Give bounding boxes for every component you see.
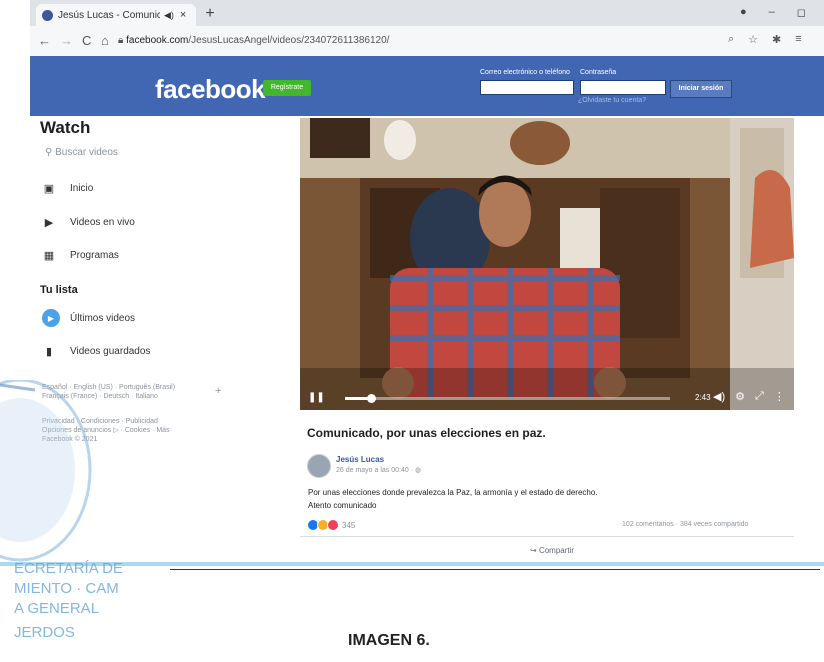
facebook-favicon-icon: [42, 9, 53, 21]
forgot-account-link[interactable]: ¿Olvidaste tu cuenta?: [578, 97, 646, 104]
progress-track[interactable]: [345, 397, 670, 400]
progress-knob[interactable]: [367, 394, 376, 403]
sidebar-item-label: Últimos videos: [70, 312, 136, 324]
video-controls: ◀︎) ⚙︎ ⤢ ⋮: [713, 390, 785, 403]
share-button[interactable]: ↪ Compartir: [530, 546, 574, 555]
pause-icon[interactable]: ❚❚: [308, 392, 325, 403]
official-stamp: ECRETARÍA DE MIENTO · CAM A GENERAL JERD…: [0, 380, 160, 662]
reactions[interactable]: 345: [307, 519, 355, 531]
volume-icon[interactable]: ◀︎): [713, 390, 725, 403]
sidebar-item-videos-guardados[interactable]: ▮ Videos guardados: [42, 340, 150, 362]
home-icon[interactable]: ⌂: [101, 33, 109, 48]
tv-icon: ▣: [43, 182, 55, 195]
sidebar-item-label: Programas: [70, 249, 119, 261]
post-date[interactable]: 26 de mayo a las 00:40 · ◍: [336, 466, 421, 474]
speaker-icon[interactable]: ◀): [164, 10, 174, 21]
video-time: 2:43: [695, 393, 711, 402]
video-player[interactable]: [300, 118, 794, 410]
url-domain: facebook.com: [126, 35, 189, 46]
browser-tab[interactable]: Jesús Lucas - Comunicado, p ◀) ×: [36, 4, 196, 26]
password-field[interactable]: [580, 80, 666, 95]
figure-caption: IMAGEN 6.: [348, 632, 430, 649]
share-icon: ↪: [530, 546, 539, 555]
extensions-icon[interactable]: ✱: [772, 33, 781, 46]
author-name[interactable]: Jesús Lucas: [336, 455, 384, 464]
forward-arrow-icon[interactable]: →: [60, 33, 73, 48]
email-label: Correo electrónico o teléfono: [480, 69, 570, 76]
reactions-count: 345: [342, 520, 356, 530]
stamp-seal: [0, 380, 92, 562]
profile-dot-icon[interactable]: ●: [740, 6, 747, 22]
sidebar-item-label: Videos en vivo: [70, 216, 135, 228]
more-options-icon[interactable]: ⋮: [774, 390, 785, 403]
list-title: Tu lista: [40, 284, 78, 296]
play-circle-icon: ▶︎: [42, 309, 60, 327]
sidebar-item-ultimos-videos[interactable]: ▶︎ Últimos videos: [42, 307, 135, 329]
restore-icon[interactable]: ◻: [797, 6, 806, 22]
back-arrow-icon[interactable]: ←: [38, 33, 51, 48]
stamp-text: MIENTO · CAM: [14, 580, 119, 597]
search-placeholder: Buscar videos: [55, 147, 118, 158]
search-icon: ⚲: [45, 147, 56, 158]
fullscreen-icon[interactable]: ⤢: [755, 390, 764, 403]
divider-line: [170, 569, 820, 570]
email-field[interactable]: [480, 80, 574, 95]
page-title: Watch: [40, 118, 91, 137]
address-bar-icons: ⌕ ☆ ✱ ≡: [728, 33, 802, 46]
post-text: Por unas elecciones donde prevalezca la …: [308, 488, 598, 497]
tab-title: Jesús Lucas - Comunicado, p: [58, 9, 160, 21]
url-field[interactable]: 🔒︎ facebook.com/JesusLucasAngel/videos/2…: [118, 31, 728, 51]
login-button[interactable]: Iniciar sesión: [670, 80, 732, 98]
sidebar-item-inicio[interactable]: ▣ Inicio: [42, 177, 94, 199]
add-language-button[interactable]: +: [215, 385, 221, 397]
tab-close-button[interactable]: ×: [180, 9, 186, 21]
post-date-text: 26 de mayo a las 00:40 ·: [336, 467, 415, 474]
url-path: /JesusLucasAngel/videos/234072611386120/: [188, 35, 390, 46]
stamp-text: ECRETARÍA DE: [14, 560, 123, 577]
window-controls: ● – ◻: [740, 6, 824, 22]
live-camera-icon: ▶︎: [44, 216, 54, 229]
lock-icon: 🔒︎: [118, 35, 127, 46]
video-title: Comunicado, por unas elecciones en paz.: [307, 426, 546, 440]
reload-icon[interactable]: C: [82, 33, 91, 48]
sidebar-item-label: Videos guardados: [70, 345, 151, 357]
search-input[interactable]: ⚲ Buscar videos: [45, 147, 118, 158]
new-tab-button[interactable]: +: [200, 4, 220, 24]
zoom-icon[interactable]: ⌕: [728, 33, 734, 46]
password-label: Contraseña: [580, 69, 617, 76]
facebook-logo[interactable]: facebook: [155, 74, 266, 105]
love-reaction-icon: [327, 519, 339, 531]
stamp-text: JERDOS: [14, 624, 75, 641]
register-button[interactable]: Regístrate: [263, 80, 311, 96]
settings-gear-icon[interactable]: ⚙︎: [735, 390, 745, 403]
share-label: Compartir: [538, 546, 575, 555]
bookmark-icon: ▮: [45, 345, 53, 358]
star-icon[interactable]: ☆: [748, 33, 758, 46]
divider: [300, 536, 794, 537]
globe-icon: ◍: [415, 467, 422, 474]
sidebar-item-videos-en-vivo[interactable]: ▶︎ Videos en vivo: [42, 211, 135, 233]
minimize-icon[interactable]: –: [769, 6, 775, 22]
post-text-secondary: Atento comunicado: [308, 501, 377, 510]
comments-shares-count[interactable]: 102 comentarios · 384 veces compartido: [622, 521, 748, 528]
clapper-icon: ▦: [43, 249, 55, 262]
avatar[interactable]: [307, 454, 331, 478]
reading-list-icon[interactable]: ≡: [795, 33, 801, 46]
sidebar-item-label: Inicio: [70, 182, 94, 194]
video-frame: [300, 118, 794, 410]
sidebar-item-programas[interactable]: ▦ Programas: [42, 244, 119, 266]
stamp-text: A GENERAL: [14, 600, 100, 617]
